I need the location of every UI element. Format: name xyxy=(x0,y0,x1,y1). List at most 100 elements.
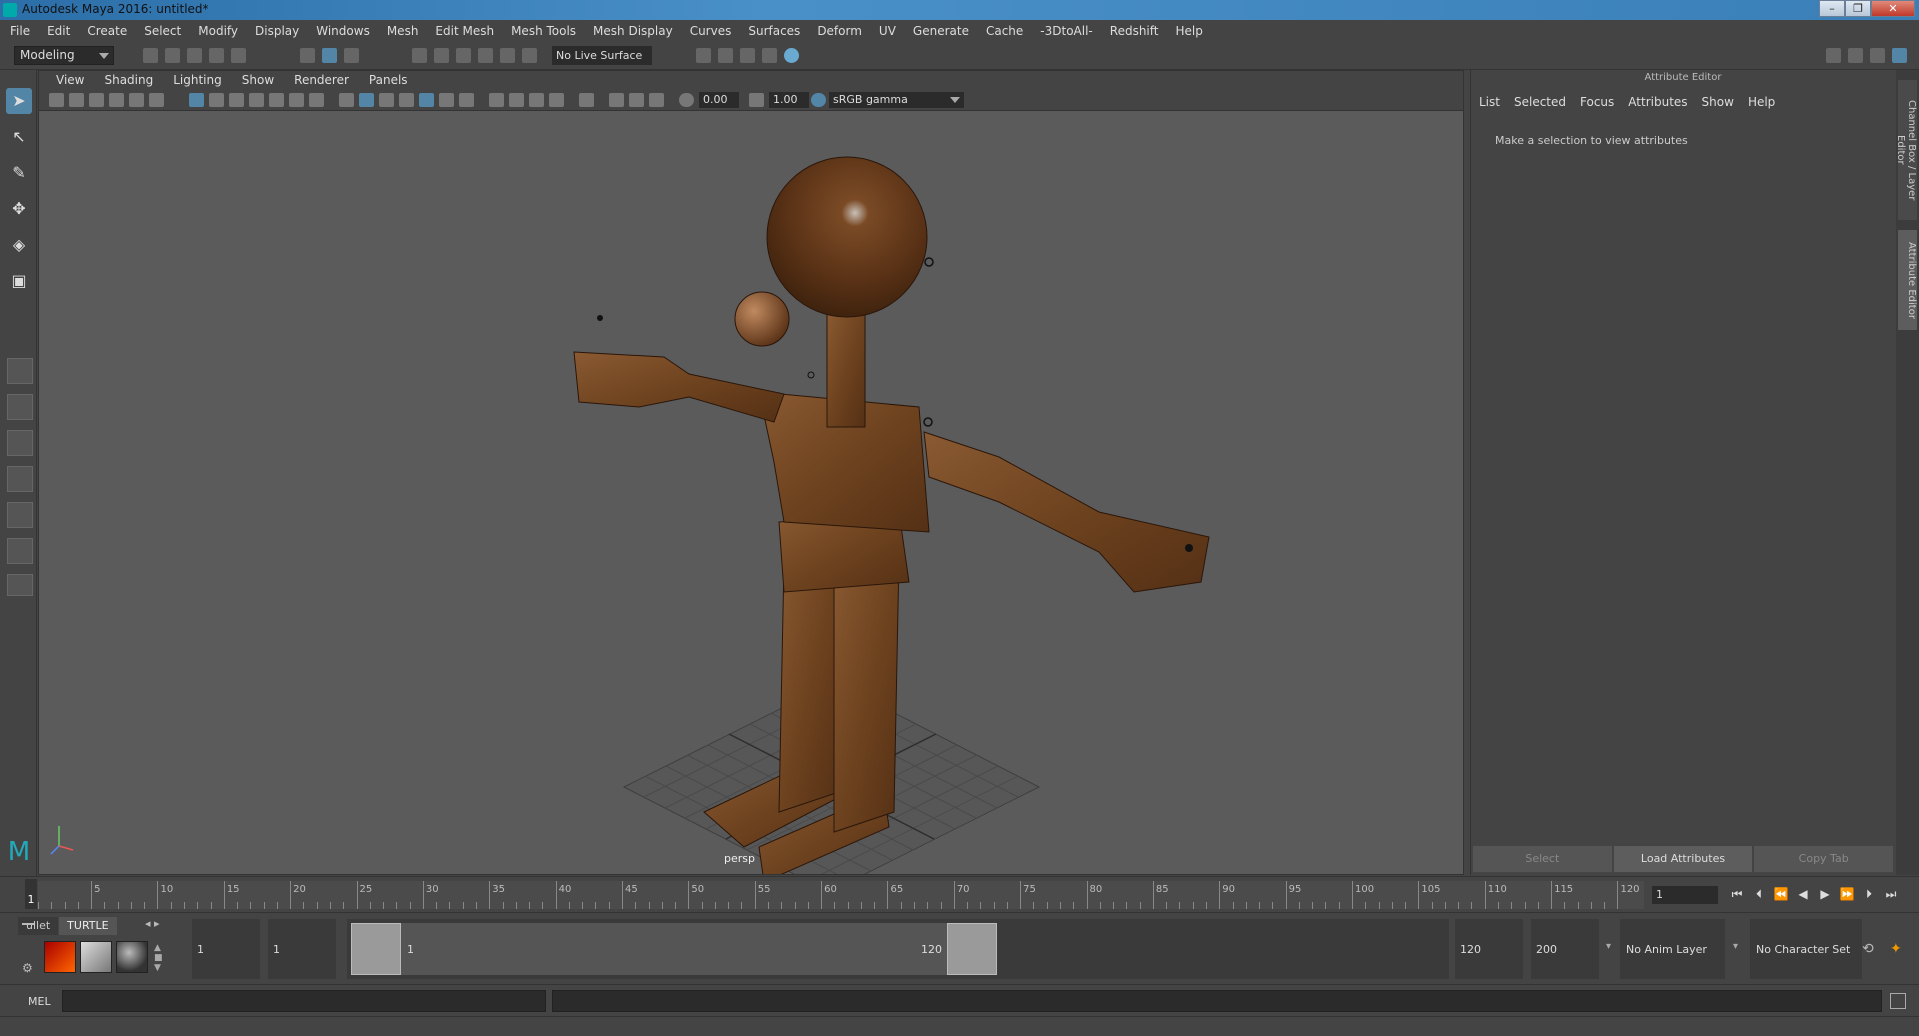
persp-uv-layout-icon[interactable] xyxy=(7,538,33,564)
live-surface-field[interactable]: No Live Surface xyxy=(552,46,652,65)
lasso-tool-button[interactable]: ↖ xyxy=(6,124,32,150)
turtle-surface-icon[interactable] xyxy=(116,941,148,973)
turtle-render-icon[interactable] xyxy=(44,941,76,973)
save-scene-icon[interactable] xyxy=(187,48,202,63)
script-editor-icon[interactable] xyxy=(1890,993,1906,1009)
film-gate-icon[interactable] xyxy=(209,93,224,107)
animation-end-field[interactable]: 200 xyxy=(1531,919,1599,979)
four-view-layout-icon[interactable] xyxy=(7,394,33,420)
menu-curves[interactable]: Curves xyxy=(690,24,732,38)
rotate-tool-button[interactable]: ◈ xyxy=(6,232,32,258)
shelf-menu-icon[interactable] xyxy=(22,923,34,925)
exposure-field[interactable]: 0.00 xyxy=(699,92,739,108)
copy-tab-button[interactable]: Copy Tab xyxy=(1754,846,1894,872)
motion-blur-icon[interactable] xyxy=(509,93,524,107)
maya-home-icon[interactable]: M xyxy=(5,838,33,866)
menu-help[interactable]: Help xyxy=(1175,24,1202,38)
select-tool-button[interactable]: ➤ xyxy=(6,88,32,114)
menu-modify[interactable]: Modify xyxy=(198,24,238,38)
time-ruler[interactable]: 5 10 15 20 25 30 35 40 45 50 55 60 65 70 75 80 85 90 95 100… xyxy=(38,881,1644,909)
attr-menu-focus[interactable]: Focus xyxy=(1580,95,1614,109)
smooth-shade-icon[interactable] xyxy=(359,93,374,107)
custom-layout-icon[interactable] xyxy=(7,574,33,596)
attr-menu-attributes[interactable]: Attributes xyxy=(1628,95,1687,109)
snap-curve-icon[interactable] xyxy=(434,48,449,63)
command-language-label[interactable]: MEL xyxy=(28,995,51,1008)
minimize-button[interactable]: – xyxy=(1819,0,1845,17)
camera-tools-icon[interactable] xyxy=(69,93,84,107)
camera-attributes-icon[interactable] xyxy=(49,93,64,107)
new-scene-icon[interactable] xyxy=(143,48,158,63)
menu-mesh-tools[interactable]: Mesh Tools xyxy=(511,24,576,38)
playback-end-field[interactable]: 120 xyxy=(1455,919,1523,979)
menu-mesh-display[interactable]: Mesh Display xyxy=(593,24,673,38)
menu-redshift[interactable]: Redshift xyxy=(1110,24,1159,38)
ipr-render-icon[interactable] xyxy=(740,48,755,63)
render-settings-icon[interactable] xyxy=(762,48,777,63)
mel-command-input[interactable] xyxy=(62,990,546,1012)
persp-hypershade-layout-icon[interactable] xyxy=(7,502,33,528)
playback-start-field[interactable]: 1 xyxy=(268,919,336,979)
xray-icon[interactable] xyxy=(609,93,624,107)
snap-point-icon[interactable] xyxy=(456,48,471,63)
color-management-icon[interactable] xyxy=(811,93,826,107)
move-tool-button[interactable]: ✥ xyxy=(6,196,32,222)
single-perspective-layout-icon[interactable] xyxy=(7,358,33,384)
shelf-tab-bullet[interactable]: ullet xyxy=(18,917,59,935)
redo-icon[interactable] xyxy=(231,48,246,63)
panel-menu-panels[interactable]: Panels xyxy=(369,73,408,87)
scene-canvas[interactable] xyxy=(39,112,1463,874)
character-set-select[interactable]: No Character Set xyxy=(1750,919,1862,979)
hypershade-icon[interactable] xyxy=(784,48,799,63)
step-forward-frame-icon[interactable]: ⏵ xyxy=(1861,886,1877,902)
chevron-down-icon[interactable]: ▾ xyxy=(1733,941,1738,952)
select-component-icon[interactable] xyxy=(344,48,359,63)
go-to-end-icon[interactable]: ⏭ xyxy=(1883,886,1899,902)
toggle-attribute-editor-icon[interactable] xyxy=(1848,48,1863,63)
menu-cache[interactable]: Cache xyxy=(986,24,1023,38)
resolution-gate-icon[interactable] xyxy=(229,93,244,107)
panel-menu-renderer[interactable]: Renderer xyxy=(294,73,349,87)
xray-joints-icon[interactable] xyxy=(649,93,664,107)
menu-file[interactable]: File xyxy=(10,24,30,38)
snap-plane-icon[interactable] xyxy=(478,48,493,63)
render-frame-icon[interactable] xyxy=(718,48,733,63)
snap-grid-icon[interactable] xyxy=(412,48,427,63)
tab-channel-box[interactable]: Channel Box / Layer Editor xyxy=(1895,80,1917,220)
depth-of-field-icon[interactable] xyxy=(549,93,564,107)
close-button[interactable]: ✕ xyxy=(1871,0,1915,17)
menu-windows[interactable]: Windows xyxy=(316,24,370,38)
gamma-icon[interactable] xyxy=(749,93,764,107)
shadows-icon[interactable] xyxy=(459,93,474,107)
wireframe-icon[interactable] xyxy=(339,93,354,107)
persp-graph-layout-icon[interactable] xyxy=(7,466,33,492)
textured-icon[interactable] xyxy=(419,93,434,107)
snap-live-icon[interactable] xyxy=(522,48,537,63)
step-back-frame-icon[interactable]: ⏴ xyxy=(1751,886,1767,902)
scale-tool-button[interactable]: ▣ xyxy=(6,268,32,294)
auto-key-icon[interactable]: ⟲ xyxy=(1862,941,1874,957)
go-to-start-icon[interactable]: ⏮ xyxy=(1729,886,1745,902)
chevron-down-icon[interactable]: ▾ xyxy=(1606,941,1611,952)
select-button[interactable]: Select xyxy=(1473,846,1612,872)
image-plane-icon[interactable] xyxy=(109,93,124,107)
undo-icon[interactable] xyxy=(209,48,224,63)
attr-menu-list[interactable]: List xyxy=(1479,95,1500,109)
menu-uv[interactable]: UV xyxy=(879,24,896,38)
select-object-icon[interactable] xyxy=(322,48,337,63)
current-time-marker[interactable]: 1 xyxy=(25,879,37,909)
attr-menu-selected[interactable]: Selected xyxy=(1514,95,1566,109)
menu-display[interactable]: Display xyxy=(255,24,299,38)
shelf-scroll-updown-icon[interactable]: ▲ ■ ▼ xyxy=(154,943,163,973)
screen-space-ao-icon[interactable] xyxy=(489,93,504,107)
menu-surfaces[interactable]: Surfaces xyxy=(748,24,800,38)
step-forward-key-icon[interactable]: ⏩ xyxy=(1839,886,1855,902)
anim-layer-select[interactable]: No Anim Layer xyxy=(1620,919,1725,979)
animation-preferences-icon[interactable]: ✦ xyxy=(1890,941,1902,957)
bookmark-icon[interactable] xyxy=(89,93,104,107)
maximize-button[interactable]: ❐ xyxy=(1845,0,1871,17)
tab-attribute-editor[interactable]: Attribute Editor xyxy=(1898,230,1917,330)
turtle-bake-icon[interactable] xyxy=(80,941,112,973)
attr-menu-help[interactable]: Help xyxy=(1748,95,1775,109)
open-scene-icon[interactable] xyxy=(165,48,180,63)
